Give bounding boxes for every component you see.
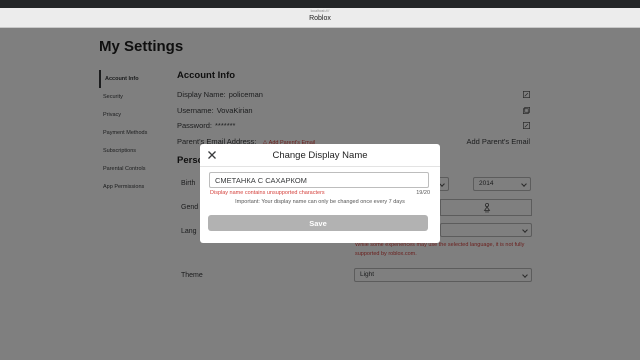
display-name-input[interactable] bbox=[209, 172, 429, 188]
character-count: 19/20 bbox=[416, 190, 430, 196]
change-limit-note: Important: Your display name can only be… bbox=[235, 199, 405, 205]
modal-divider bbox=[200, 166, 440, 167]
window-top-bar bbox=[0, 0, 640, 8]
save-button[interactable]: Save bbox=[208, 215, 428, 231]
modal-title: Change Display Name bbox=[272, 150, 368, 161]
change-display-name-modal: Change Display Name Display name contain… bbox=[200, 144, 440, 243]
browser-title-bar: localhost://// Roblox bbox=[0, 8, 640, 28]
browser-tab-title: Roblox bbox=[309, 15, 331, 22]
display-name-error: Display name contains unsupported charac… bbox=[210, 190, 325, 196]
